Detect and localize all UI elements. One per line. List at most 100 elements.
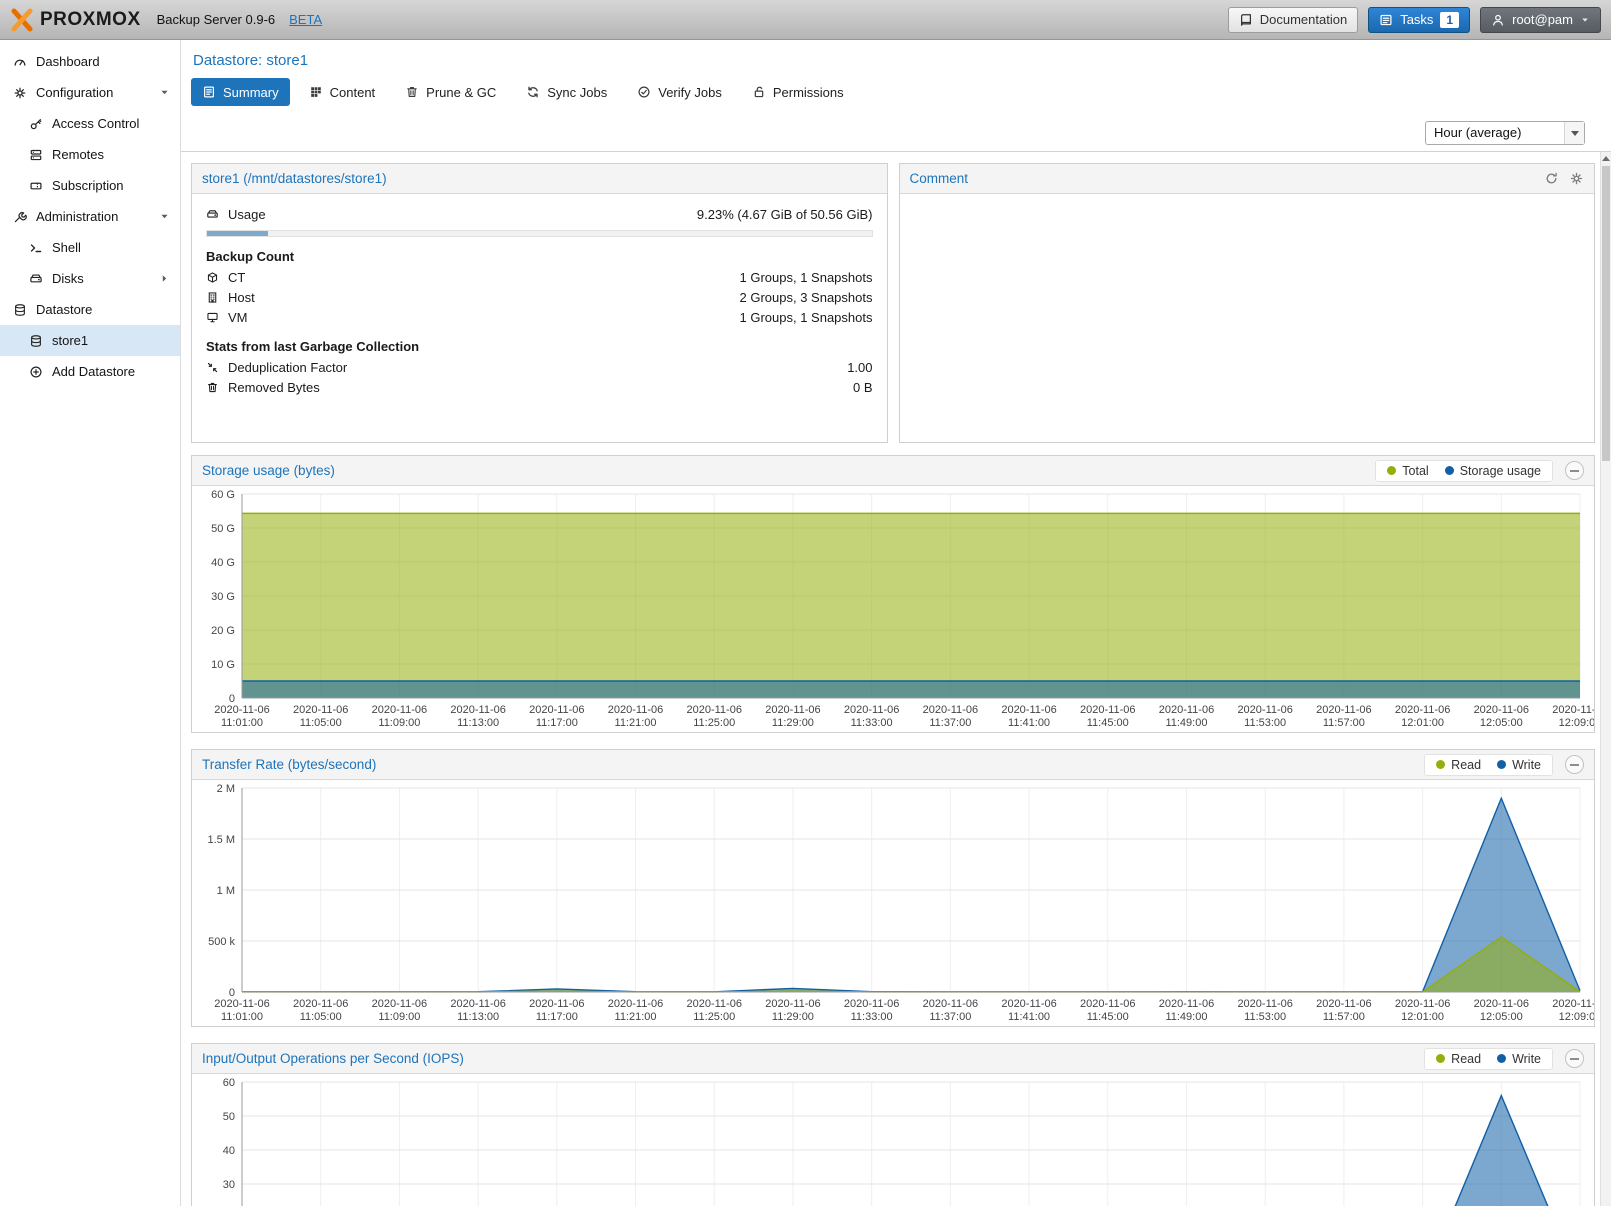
svg-text:2020-11-06: 2020-11-06	[372, 704, 427, 716]
vm-row: VM 1 Groups, 1 Snapshots	[206, 308, 873, 327]
legend-label: Write	[1512, 758, 1541, 772]
tab-permissions[interactable]: Permissions	[741, 78, 855, 106]
vm-label: VM	[228, 310, 248, 325]
ct-row: CT 1 Groups, 1 Snapshots	[206, 268, 873, 287]
sidebar-item-remotes[interactable]: Remotes	[0, 139, 180, 170]
panel-title: store1 (/mnt/datastores/store1)	[202, 171, 387, 186]
svg-text:12:01:00: 12:01:00	[1401, 717, 1444, 729]
legend-item-total[interactable]: Total	[1387, 464, 1428, 478]
database-icon	[29, 334, 43, 348]
usage-progress-fill	[207, 231, 268, 236]
sidebar-item-shell[interactable]: Shell	[0, 232, 180, 263]
chevron-down-icon[interactable]	[159, 87, 170, 98]
tab-sync-jobs[interactable]: Sync Jobs	[515, 78, 618, 106]
svg-text:2020-11-06: 2020-11-06	[1080, 998, 1135, 1010]
sidebar-item-administration[interactable]: Administration	[0, 201, 180, 232]
svg-text:12:09:00: 12:09:00	[1559, 717, 1594, 729]
svg-text:2020-11-06: 2020-11-06	[1395, 704, 1450, 716]
sidebar-item-configuration[interactable]: Configuration	[0, 77, 180, 108]
sidebar-item-add-datastore[interactable]: Add Datastore	[0, 356, 180, 387]
gc-stats-heading: Stats from last Garbage Collection	[206, 339, 873, 354]
sidebar-item-store1[interactable]: store1	[0, 325, 180, 356]
comment-body[interactable]	[900, 194, 1595, 442]
svg-text:2020-11-06: 2020-11-06	[1395, 998, 1450, 1010]
legend-dot	[1497, 760, 1506, 769]
dedup-label: Deduplication Factor	[228, 360, 347, 375]
chart-legend: Read Write	[1424, 754, 1553, 776]
tab-summary[interactable]: Summary	[191, 78, 290, 106]
panel-header: Storage usage (bytes) Total Storage usag…	[192, 456, 1594, 486]
svg-text:11:09:00: 11:09:00	[378, 1011, 420, 1023]
sidebar-item-disks[interactable]: Disks	[0, 263, 180, 294]
chevron-right-icon[interactable]	[159, 273, 170, 284]
storage-usage-chart: 010 G20 G30 G40 G50 G60 G2020-11-0611:01…	[192, 486, 1594, 732]
svg-text:2020-11-06: 2020-11-06	[214, 704, 269, 716]
sidebar-item-subscription[interactable]: Subscription	[0, 170, 180, 201]
sidebar-item-datastore[interactable]: Datastore	[0, 294, 180, 325]
panel-title: Input/Output Operations per Second (IOPS…	[202, 1051, 464, 1066]
legend-item-storage-usage[interactable]: Storage usage	[1445, 464, 1541, 478]
plus-circle-icon	[29, 365, 43, 379]
beta-link[interactable]: BETA	[289, 12, 322, 27]
scrollbar-thumb[interactable]	[1602, 166, 1610, 461]
chevron-down-icon[interactable]	[159, 211, 170, 222]
svg-text:2020-11-06: 2020-11-06	[372, 998, 427, 1010]
svg-text:11:05:00: 11:05:00	[300, 1011, 342, 1023]
timeframe-select[interactable]: Hour (average)	[1425, 121, 1585, 145]
check-circle-icon	[637, 85, 651, 99]
svg-text:60 G: 60 G	[211, 489, 235, 501]
svg-text:11:21:00: 11:21:00	[615, 1011, 657, 1023]
host-value: 2 Groups, 3 Snapshots	[740, 290, 873, 305]
svg-text:11:57:00: 11:57:00	[1323, 1011, 1365, 1023]
legend-item-write[interactable]: Write	[1497, 1052, 1541, 1066]
panel-header: Comment	[900, 164, 1595, 194]
svg-text:2020-11-06: 2020-11-06	[765, 704, 820, 716]
svg-text:2020-11-06: 2020-11-06	[844, 704, 899, 716]
user-label: root@pam	[1512, 12, 1573, 27]
trash-icon	[405, 85, 419, 99]
svg-text:2 M: 2 M	[217, 783, 235, 795]
svg-text:11:09:00: 11:09:00	[378, 717, 420, 729]
ticket-icon	[29, 179, 43, 193]
transfer-rate-chart: 0500 k1 M1.5 M2 M2020-11-0611:01:002020-…	[192, 780, 1594, 1026]
collapse-panel-button[interactable]	[1565, 755, 1584, 774]
sidebar-item-dashboard[interactable]: Dashboard	[0, 46, 180, 77]
database-icon	[13, 303, 27, 317]
svg-text:11:17:00: 11:17:00	[536, 1011, 578, 1023]
svg-text:2020-11-06: 2020-11-06	[293, 998, 348, 1010]
panel-title: Comment	[910, 171, 969, 186]
sidebar-item-access-control[interactable]: Access Control	[0, 108, 180, 139]
refresh-icon[interactable]	[1544, 171, 1559, 186]
documentation-button[interactable]: Documentation	[1228, 7, 1358, 33]
notes-icon	[202, 85, 216, 99]
tasks-label: Tasks	[1400, 12, 1433, 27]
collapse-panel-button[interactable]	[1565, 1049, 1584, 1068]
tab-verify-jobs[interactable]: Verify Jobs	[626, 78, 733, 106]
tab-prune-gc[interactable]: Prune & GC	[394, 78, 507, 106]
vertical-scrollbar[interactable]	[1600, 152, 1611, 1206]
tasks-button[interactable]: Tasks 1	[1368, 7, 1470, 33]
gear-icon[interactable]	[1569, 171, 1584, 186]
panel-title: Transfer Rate (bytes/second)	[202, 757, 376, 772]
usage-row: Usage 9.23% (4.67 GiB of 50.56 GiB)	[206, 205, 873, 224]
user-menu-button[interactable]: root@pam	[1480, 7, 1601, 33]
svg-text:2020-11-06: 2020-11-06	[608, 998, 663, 1010]
svg-text:2020-11-06: 2020-11-06	[214, 998, 269, 1010]
svg-text:12:09:00: 12:09:00	[1559, 1011, 1594, 1023]
storage-usage-panel: Storage usage (bytes) Total Storage usag…	[191, 455, 1595, 733]
svg-text:20 G: 20 G	[211, 625, 235, 637]
svg-text:1.5 M: 1.5 M	[207, 834, 235, 846]
legend-item-read[interactable]: Read	[1436, 1052, 1481, 1066]
legend-item-read[interactable]: Read	[1436, 758, 1481, 772]
svg-text:40 G: 40 G	[211, 557, 235, 569]
svg-text:11:49:00: 11:49:00	[1165, 1011, 1207, 1023]
svg-text:2020-11-06: 2020-11-06	[1316, 704, 1371, 716]
scroll-up-arrow-icon[interactable]	[1601, 152, 1611, 165]
legend-item-write[interactable]: Write	[1497, 758, 1541, 772]
usage-progress-bar	[206, 230, 873, 237]
combo-trigger-icon[interactable]	[1564, 122, 1584, 144]
collapse-panel-button[interactable]	[1565, 461, 1584, 480]
top-bar: PROXMOX Backup Server 0.9-6 BETA Documen…	[0, 0, 1611, 40]
svg-text:11:41:00: 11:41:00	[1008, 717, 1050, 729]
tab-content[interactable]: Content	[298, 78, 387, 106]
